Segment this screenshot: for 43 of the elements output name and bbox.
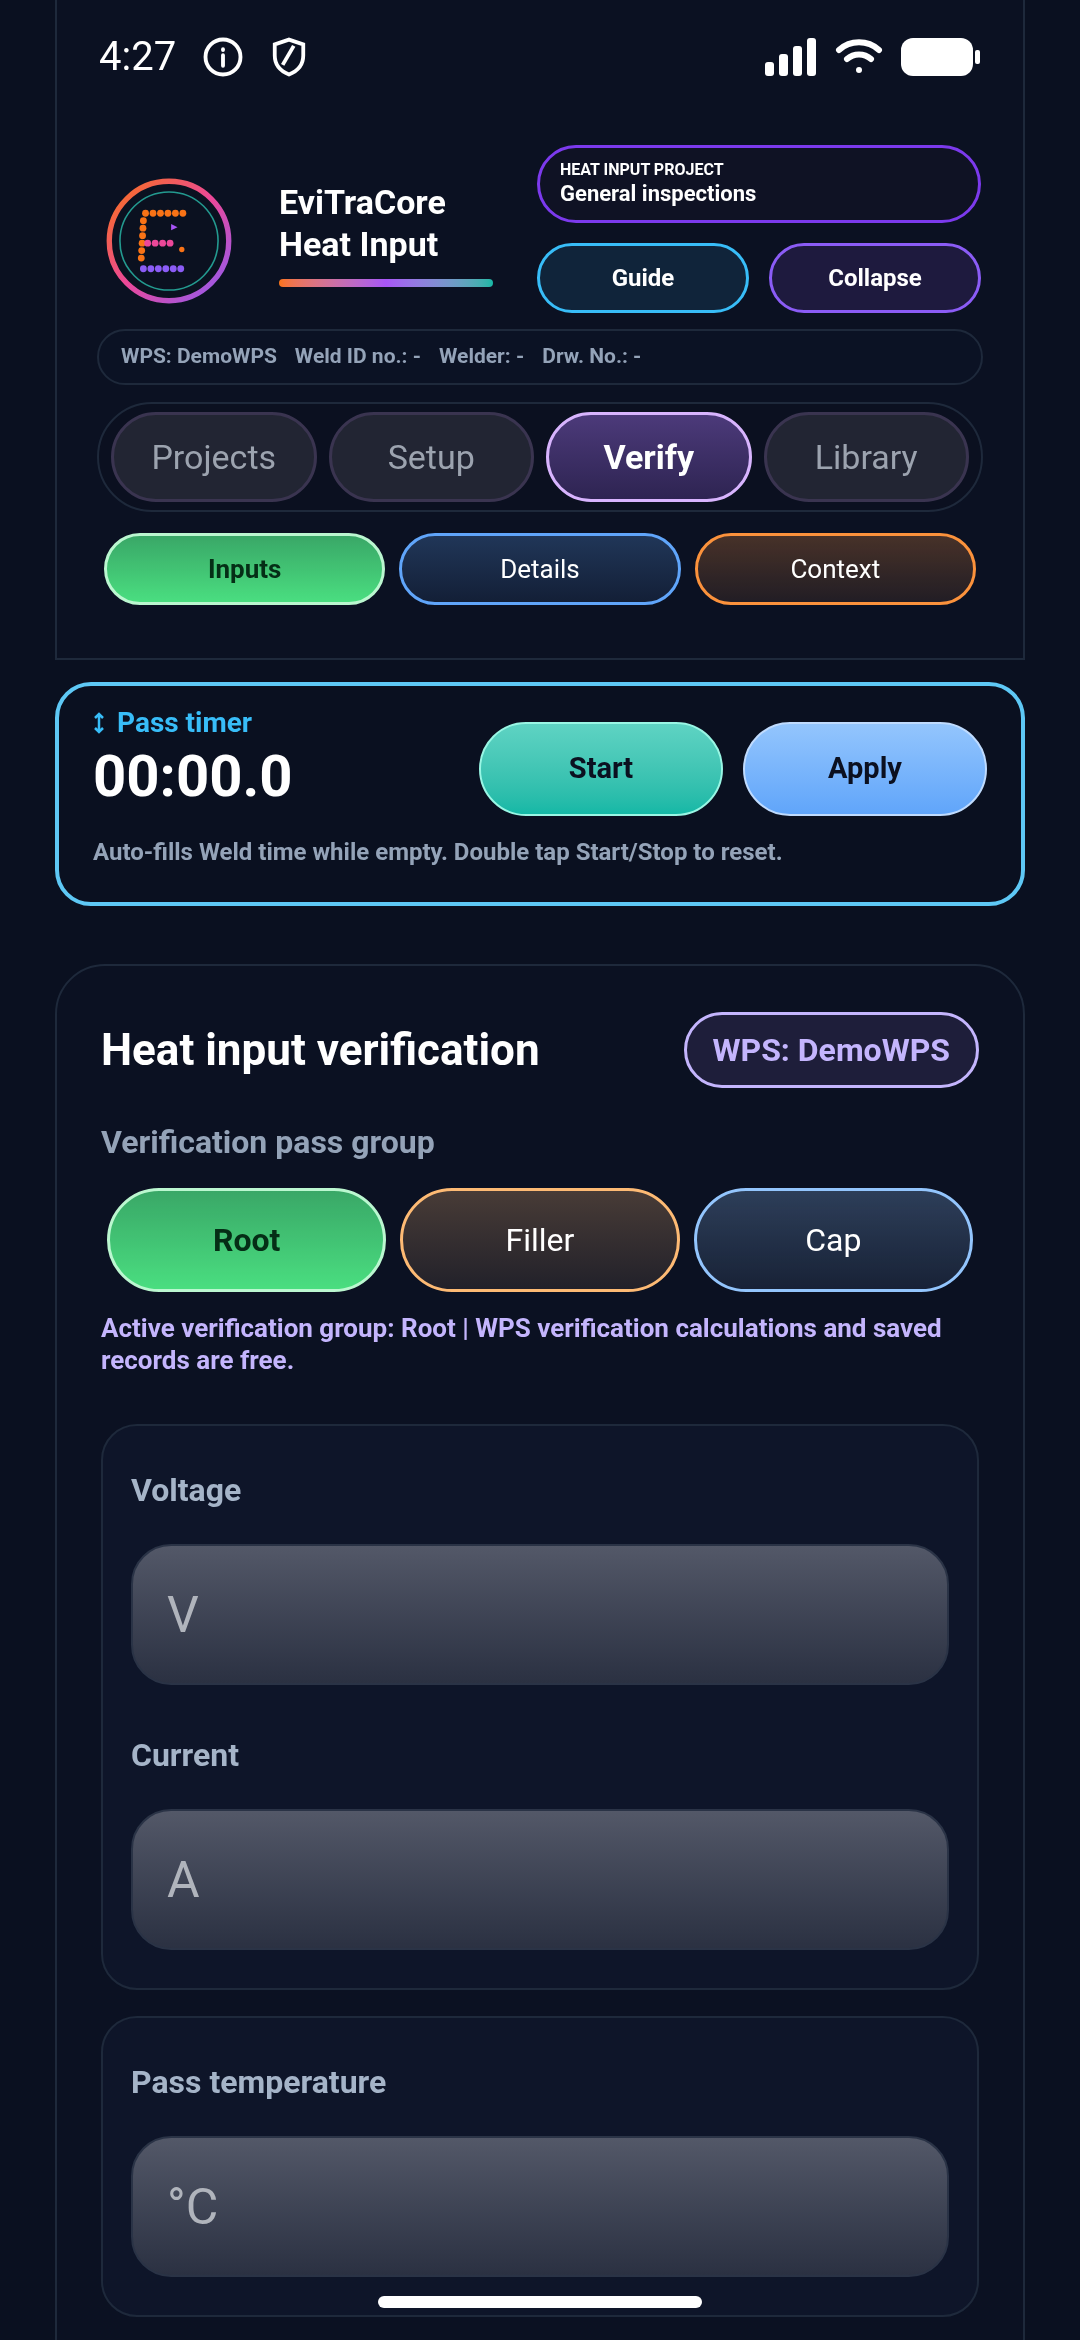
collapse-button[interactable]: Collapse — [769, 243, 981, 313]
segment-button[interactable]: Filler — [400, 1188, 680, 1292]
input-field[interactable]: °C — [131, 2136, 949, 2277]
active-group-note: Active verification group: Root | WPS verification calculations and saved records are free. — [101, 1312, 943, 1376]
start-button[interactable]: Start — [479, 722, 723, 816]
field-label: Current — [131, 1735, 241, 1775]
segment-button[interactable]: Inputs — [104, 533, 386, 605]
timer-note: Auto-fills Weld time while empty. Double tap Start/Stop to reset. — [93, 837, 784, 868]
group-label: Verification pass group — [101, 1122, 436, 1163]
segment-button[interactable]: Details — [399, 533, 681, 605]
section-title: Heat input verification — [101, 1023, 540, 1078]
field-label: Voltage — [131, 1470, 243, 1510]
nav-tab[interactable]: Setup — [328, 412, 534, 502]
field-label: Pass temperature — [131, 2062, 388, 2102]
project-label: HEAT INPUT PROJECT — [560, 160, 725, 180]
meta-text: WPS: DemoWPS — [121, 343, 277, 371]
input-field[interactable]: V — [131, 1544, 949, 1685]
app-subtitle: Heat Input — [279, 223, 440, 265]
vertical-arrows-icon — [93, 712, 105, 734]
battery-icon — [901, 38, 981, 76]
segment-button[interactable]: Root — [107, 1188, 387, 1292]
nav-tab[interactable]: Verify — [546, 412, 752, 502]
timer-value: 00:00.0 — [93, 744, 293, 808]
meta-text: Welder: - — [439, 343, 525, 371]
info-icon — [202, 36, 245, 78]
apply-button[interactable]: Apply — [743, 722, 987, 816]
signal-icon — [765, 38, 817, 76]
segment-button[interactable]: Cap — [693, 1188, 973, 1292]
guide-button[interactable]: Guide — [537, 243, 749, 313]
timer-label: Pass timer — [117, 705, 253, 741]
meta-text: Drw. No.: - — [542, 343, 642, 371]
wps-badge: WPS: DemoWPS — [683, 1012, 979, 1088]
input-field[interactable]: A — [131, 1809, 949, 1950]
project-name: General inspections — [560, 180, 758, 208]
wifi-icon — [835, 38, 883, 76]
nav-tab[interactable]: Library — [763, 412, 969, 502]
app-name: EviTraCore — [279, 181, 447, 223]
logo-icon — [105, 177, 233, 305]
meta-text: Weld ID no.: - — [294, 343, 421, 371]
segment-button[interactable]: Context — [694, 533, 976, 605]
status-time: 4:27 — [99, 32, 177, 82]
project-selector[interactable]: HEAT INPUT PROJECT General inspections — [537, 145, 981, 223]
nav-tab[interactable]: Projects — [111, 412, 317, 502]
